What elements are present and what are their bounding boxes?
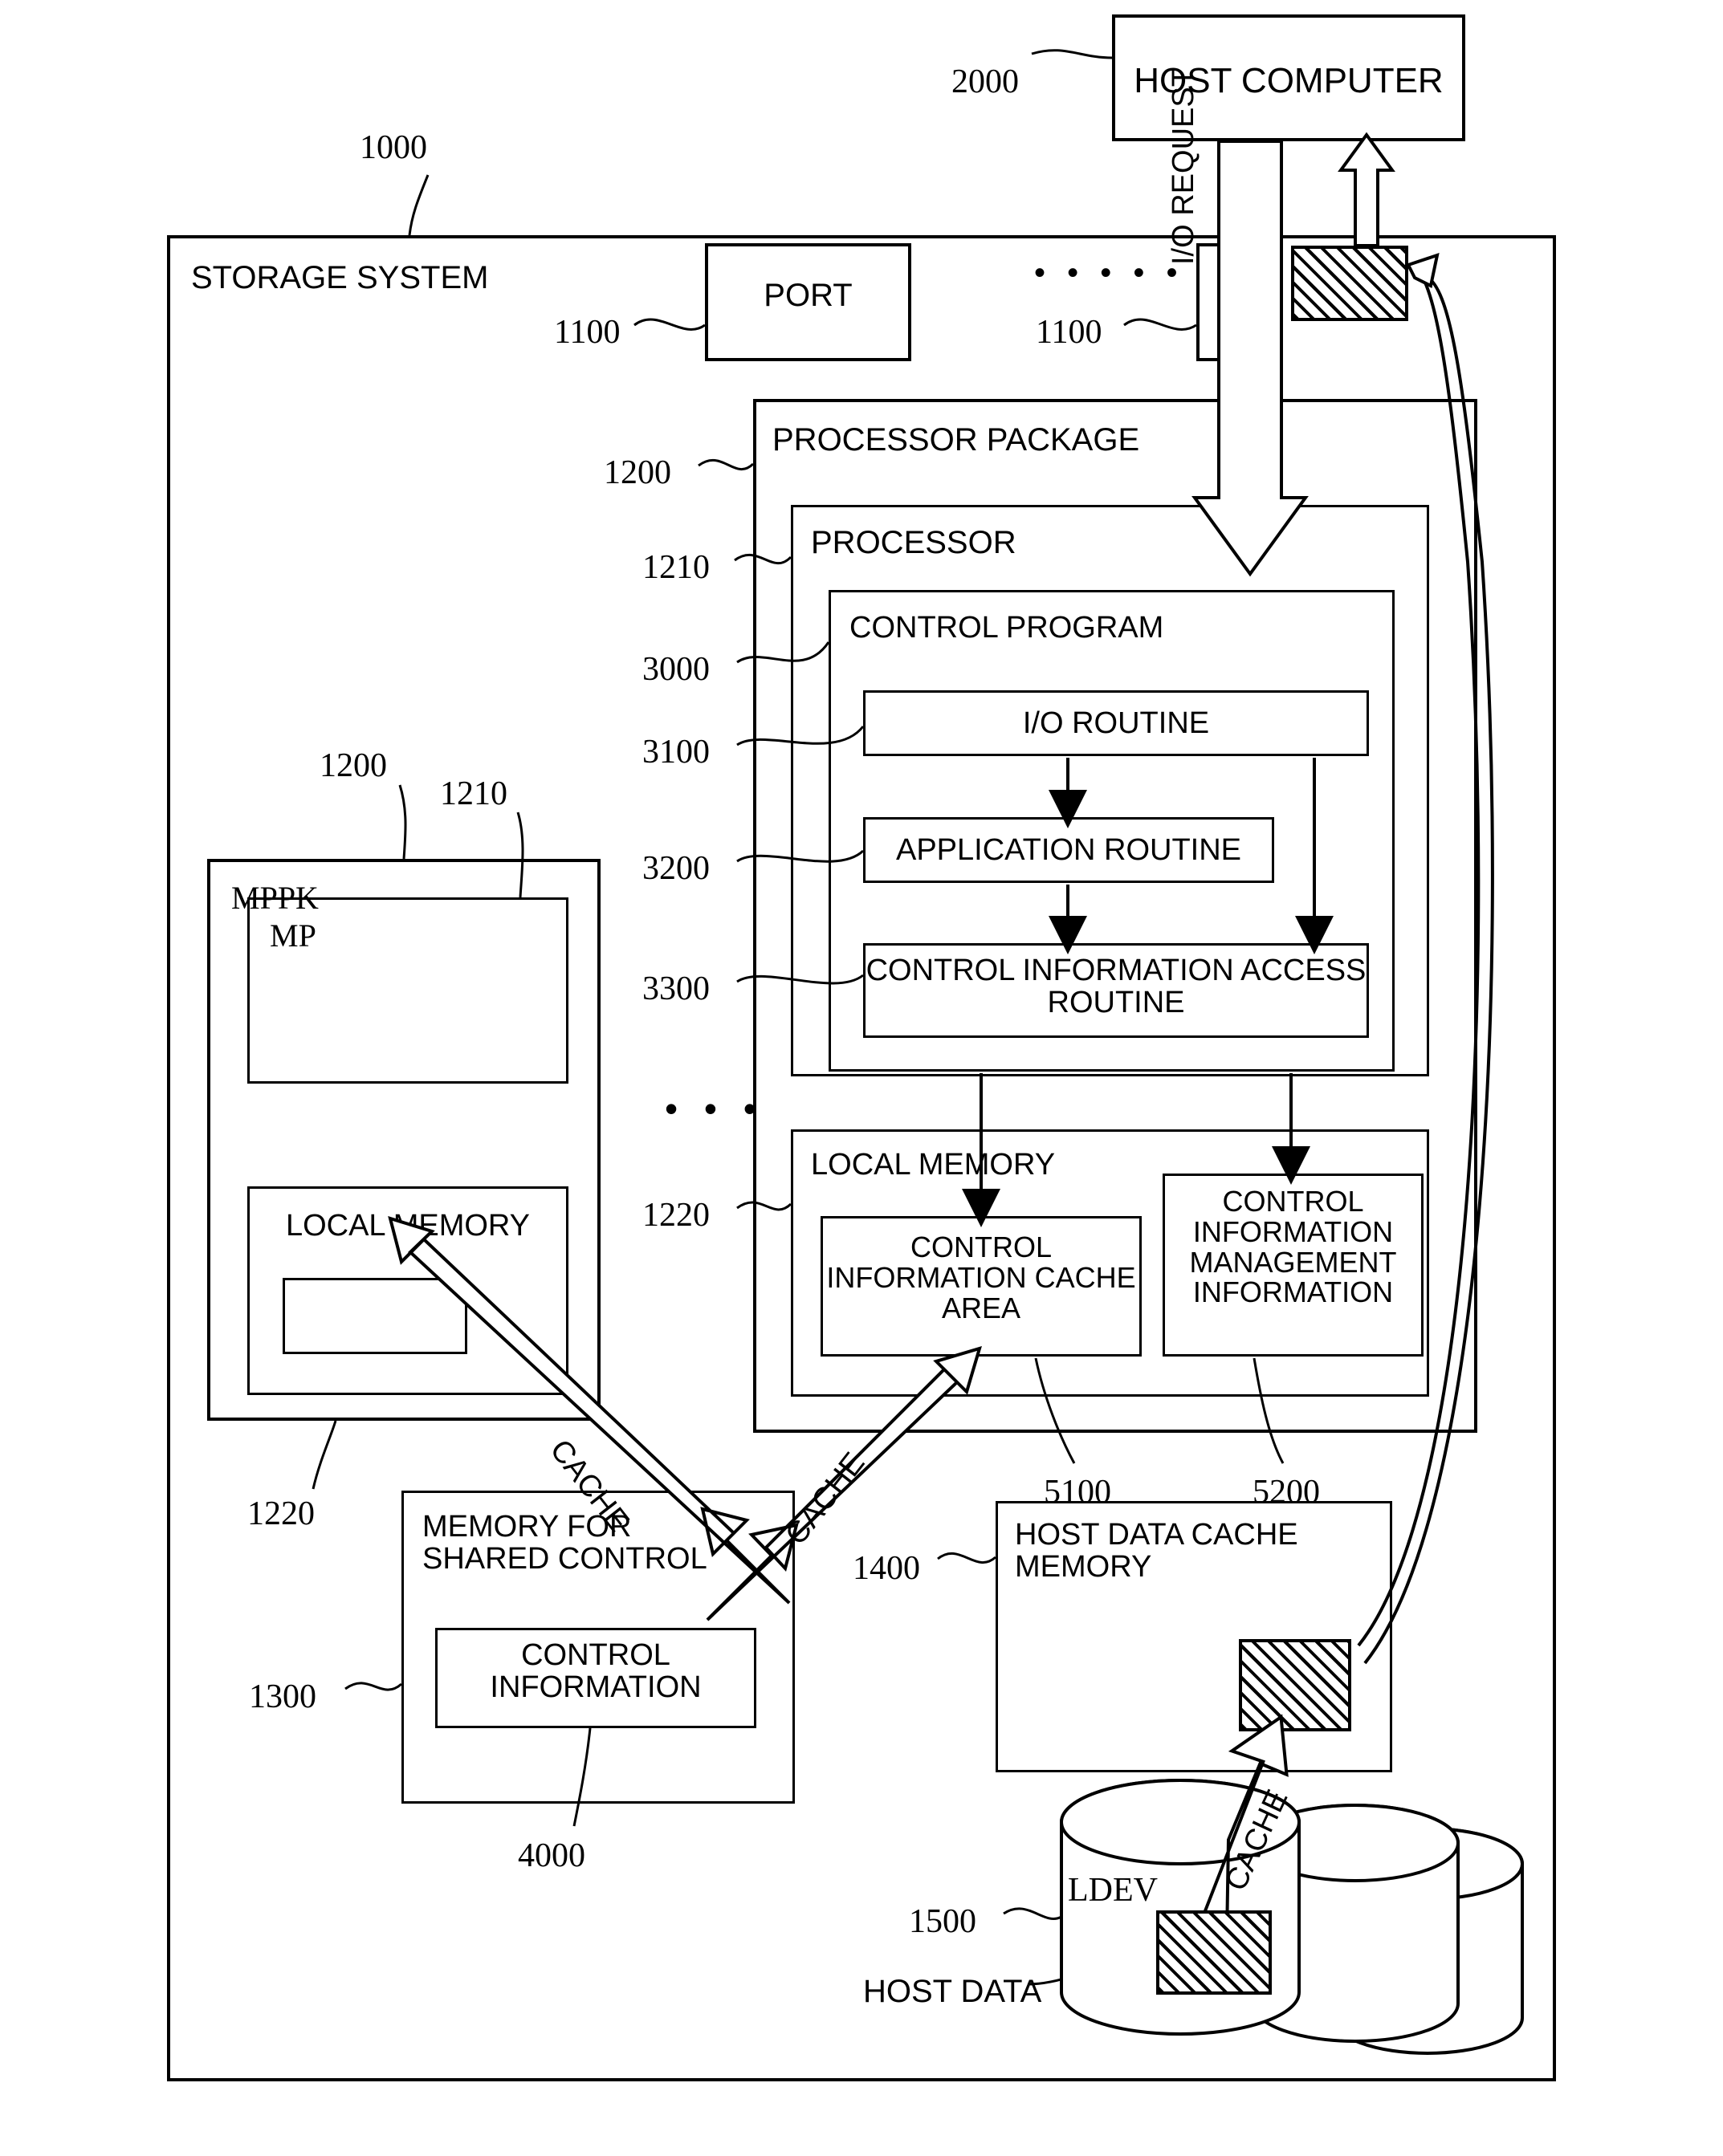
host-response-arrow <box>1338 132 1395 247</box>
ref-1200-mppk: 1200 <box>320 747 387 784</box>
ref-2000: 2000 <box>951 63 1019 100</box>
ldev-label: LDEV <box>1068 1872 1158 1909</box>
ref-1220-pp: 1220 <box>642 1197 710 1234</box>
port-label: PORT <box>764 278 853 313</box>
ref-1200-pp: 1200 <box>604 454 671 491</box>
ref-3200: 3200 <box>642 850 710 887</box>
io-request-label: I/O REQUEST <box>1167 68 1200 265</box>
shared-control-memory-label: MEMORY FOR SHARED CONTROL <box>422 1510 707 1576</box>
ref-3000: 3000 <box>642 651 710 688</box>
ref-3300: 3300 <box>642 970 710 1007</box>
ref-1220-mppk: 1220 <box>247 1495 315 1532</box>
ref-1210-mp: 1210 <box>440 775 507 812</box>
control-program-label: CONTROL PROGRAM <box>849 611 1164 645</box>
control-info-mgmt-info-label: CONTROL INFORMATION MANAGEMENT INFORMATI… <box>1189 1185 1397 1309</box>
port-ellipsis: • • • • • <box>1034 255 1184 291</box>
control-information-label: CONTROL INFORMATION <box>490 1638 702 1704</box>
processor-package-label: PROCESSOR PACKAGE <box>772 422 1140 458</box>
host-data-port-block <box>1291 246 1408 321</box>
mp-label: MP <box>270 917 316 954</box>
ref-3100: 3100 <box>642 734 710 771</box>
cached-host-data-block <box>1239 1639 1351 1731</box>
host-data-label: HOST DATA <box>863 1974 1042 2009</box>
ref-1300: 1300 <box>249 1678 316 1715</box>
local-memory-mppk-inner-box <box>283 1278 467 1354</box>
local-memory-pp-label: LOCAL MEMORY <box>811 1148 1056 1182</box>
host-data-cache-memory-label: HOST DATA CACHE MEMORY <box>1015 1518 1298 1584</box>
processor-label: PROCESSOR <box>811 525 1016 560</box>
ldev-host-data-block <box>1156 1910 1272 1995</box>
control-info-access-routine-label: CONTROL INFORMATION ACCESS ROUTINE <box>866 954 1367 1019</box>
host-computer-label: HOST COMPUTER <box>1134 61 1444 100</box>
patent-figure: HOST COMPUTER 2000 STORAGE SYSTEM 1000 P… <box>0 0 1723 2156</box>
control-info-cache-area-label: CONTROL INFORMATION CACHE AREA <box>826 1231 1136 1324</box>
ref-1100-left: 1100 <box>554 314 621 351</box>
local-memory-mppk-label: LOCAL MEMORY <box>285 1209 531 1243</box>
storage-system-label: STORAGE SYSTEM <box>191 260 489 295</box>
ref-1000: 1000 <box>360 129 427 166</box>
io-routine-label: I/O ROUTINE <box>1022 706 1210 740</box>
ref-4000: 4000 <box>518 1837 585 1874</box>
ref-1400: 1400 <box>853 1550 920 1587</box>
package-ellipsis: • • • <box>665 1088 764 1129</box>
ref-1100-right: 1100 <box>1036 314 1102 351</box>
ref-1500: 1500 <box>909 1903 976 1940</box>
port-box-second <box>1196 243 1244 361</box>
ldev-ellipsis: • • • <box>1411 1936 1511 1978</box>
ref-1210-processor: 1210 <box>642 549 710 586</box>
application-routine-label: APPLICATION ROUTINE <box>895 833 1242 867</box>
